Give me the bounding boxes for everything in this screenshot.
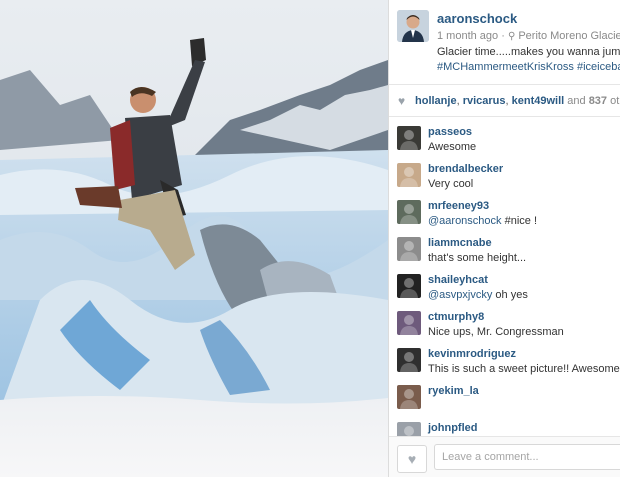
comment-text: Nice ups, Mr. Congressman	[428, 326, 564, 338]
commenter-username[interactable]: brendalbecker	[428, 163, 503, 175]
likes-others[interactable]: othe	[610, 95, 620, 107]
post-time[interactable]: 1 month ago	[437, 30, 498, 42]
liker-1[interactable]: hollanje	[415, 95, 457, 107]
meta-separator: ·	[501, 30, 508, 42]
caption-hashtags[interactable]: #MCHammermeetKrisKross #iceicebab	[437, 60, 620, 75]
commenter-avatar[interactable]	[397, 348, 421, 372]
liker-3[interactable]: kent49will	[512, 95, 565, 107]
comment-text: @asvpxjvcky oh yes	[428, 289, 528, 301]
location-pin-icon: ⚲	[507, 31, 516, 42]
post-photo	[0, 0, 388, 477]
commenter-username[interactable]: liammcnabe	[428, 237, 492, 249]
commenter-username[interactable]: ctmurphy8	[428, 311, 484, 323]
commenter-username[interactable]: mrfeeney93	[428, 200, 489, 212]
commenter-username[interactable]: ryekim_la	[428, 385, 479, 397]
comment-text: that's some height...	[428, 252, 527, 264]
comment-text: Awesome	[428, 141, 477, 153]
post-location[interactable]: Perito Moreno Glacier	[518, 30, 620, 42]
commenter-avatar[interactable]	[397, 422, 421, 436]
commenter-avatar[interactable]	[397, 126, 421, 150]
comment-item: brendalbecker Very cool	[389, 157, 620, 194]
comment-text: Very cool	[428, 178, 474, 190]
comment-text: This is such a sweet picture!! Awesome!	[428, 363, 620, 375]
likes-and: and	[567, 95, 586, 107]
post-header: aaronschock 1 month ago · ⚲ Perito Moren…	[389, 0, 620, 85]
likes-text: hollanje, rvicarus, kent49will and 837 o…	[415, 95, 620, 107]
comment-text: @aaronschock #nice !	[428, 215, 537, 227]
comment-body: oh yes	[492, 289, 528, 301]
commenter-avatar[interactable]	[397, 163, 421, 187]
commenter-username[interactable]: kevinmrodriguez	[428, 348, 516, 360]
comment-item: liammcnabe that's some height...	[389, 231, 620, 268]
comment-mention[interactable]: @asvpxjvcky	[428, 289, 492, 301]
owner-avatar[interactable]	[397, 10, 429, 42]
comment-body: #nice !	[501, 215, 538, 227]
commenter-avatar[interactable]	[397, 385, 421, 409]
like-button[interactable]: ♥	[397, 445, 427, 473]
caption-line-1: Glacier time.....makes you wanna jump,	[437, 46, 620, 58]
commenter-username[interactable]: shaileyhcat	[428, 274, 488, 286]
commenter-username[interactable]: johnpfled	[428, 422, 478, 434]
comment-item: shaileyhcat @asvpxjvcky oh yes	[389, 268, 620, 305]
comment-item: kevinmrodriguez This is such a sweet pict…	[389, 342, 620, 379]
commenter-username[interactable]: passeos	[428, 126, 472, 138]
post-caption: Glacier time.....makes you wanna jump, #…	[437, 45, 620, 75]
comment-footer: ♥	[389, 436, 620, 477]
heart-icon: ♥	[407, 451, 417, 467]
commenter-avatar[interactable]	[397, 237, 421, 261]
comment-mention[interactable]: @aaronschock	[428, 215, 502, 227]
likes-count[interactable]: 837	[589, 95, 607, 107]
comments-list[interactable]: passeos Awesome brendalbecker Very cool mrfe…	[389, 120, 620, 436]
owner-username[interactable]: aaronschock	[437, 11, 517, 26]
comment-item: johnpfled	[389, 416, 620, 436]
likes-bar: ♥ hollanje, rvicarus, kent49will and 837…	[389, 86, 620, 117]
comment-item: mrfeeney93 @aaronschock #nice !	[389, 194, 620, 231]
liker-2[interactable]: rvicarus	[463, 95, 506, 107]
comment-item: ctmurphy8 Nice ups, Mr. Congressman	[389, 305, 620, 342]
post-meta: 1 month ago · ⚲ Perito Moreno Glacier	[437, 30, 620, 42]
commenter-avatar[interactable]	[397, 311, 421, 335]
comments-panel: aaronschock 1 month ago · ⚲ Perito Moren…	[389, 0, 620, 477]
comment-item: ryekim_la	[389, 379, 620, 416]
heart-icon: ♥	[398, 94, 406, 108]
commenter-avatar[interactable]	[397, 274, 421, 298]
comment-input[interactable]	[434, 444, 620, 470]
commenter-avatar[interactable]	[397, 200, 421, 224]
comment-item: passeos Awesome	[389, 120, 620, 157]
